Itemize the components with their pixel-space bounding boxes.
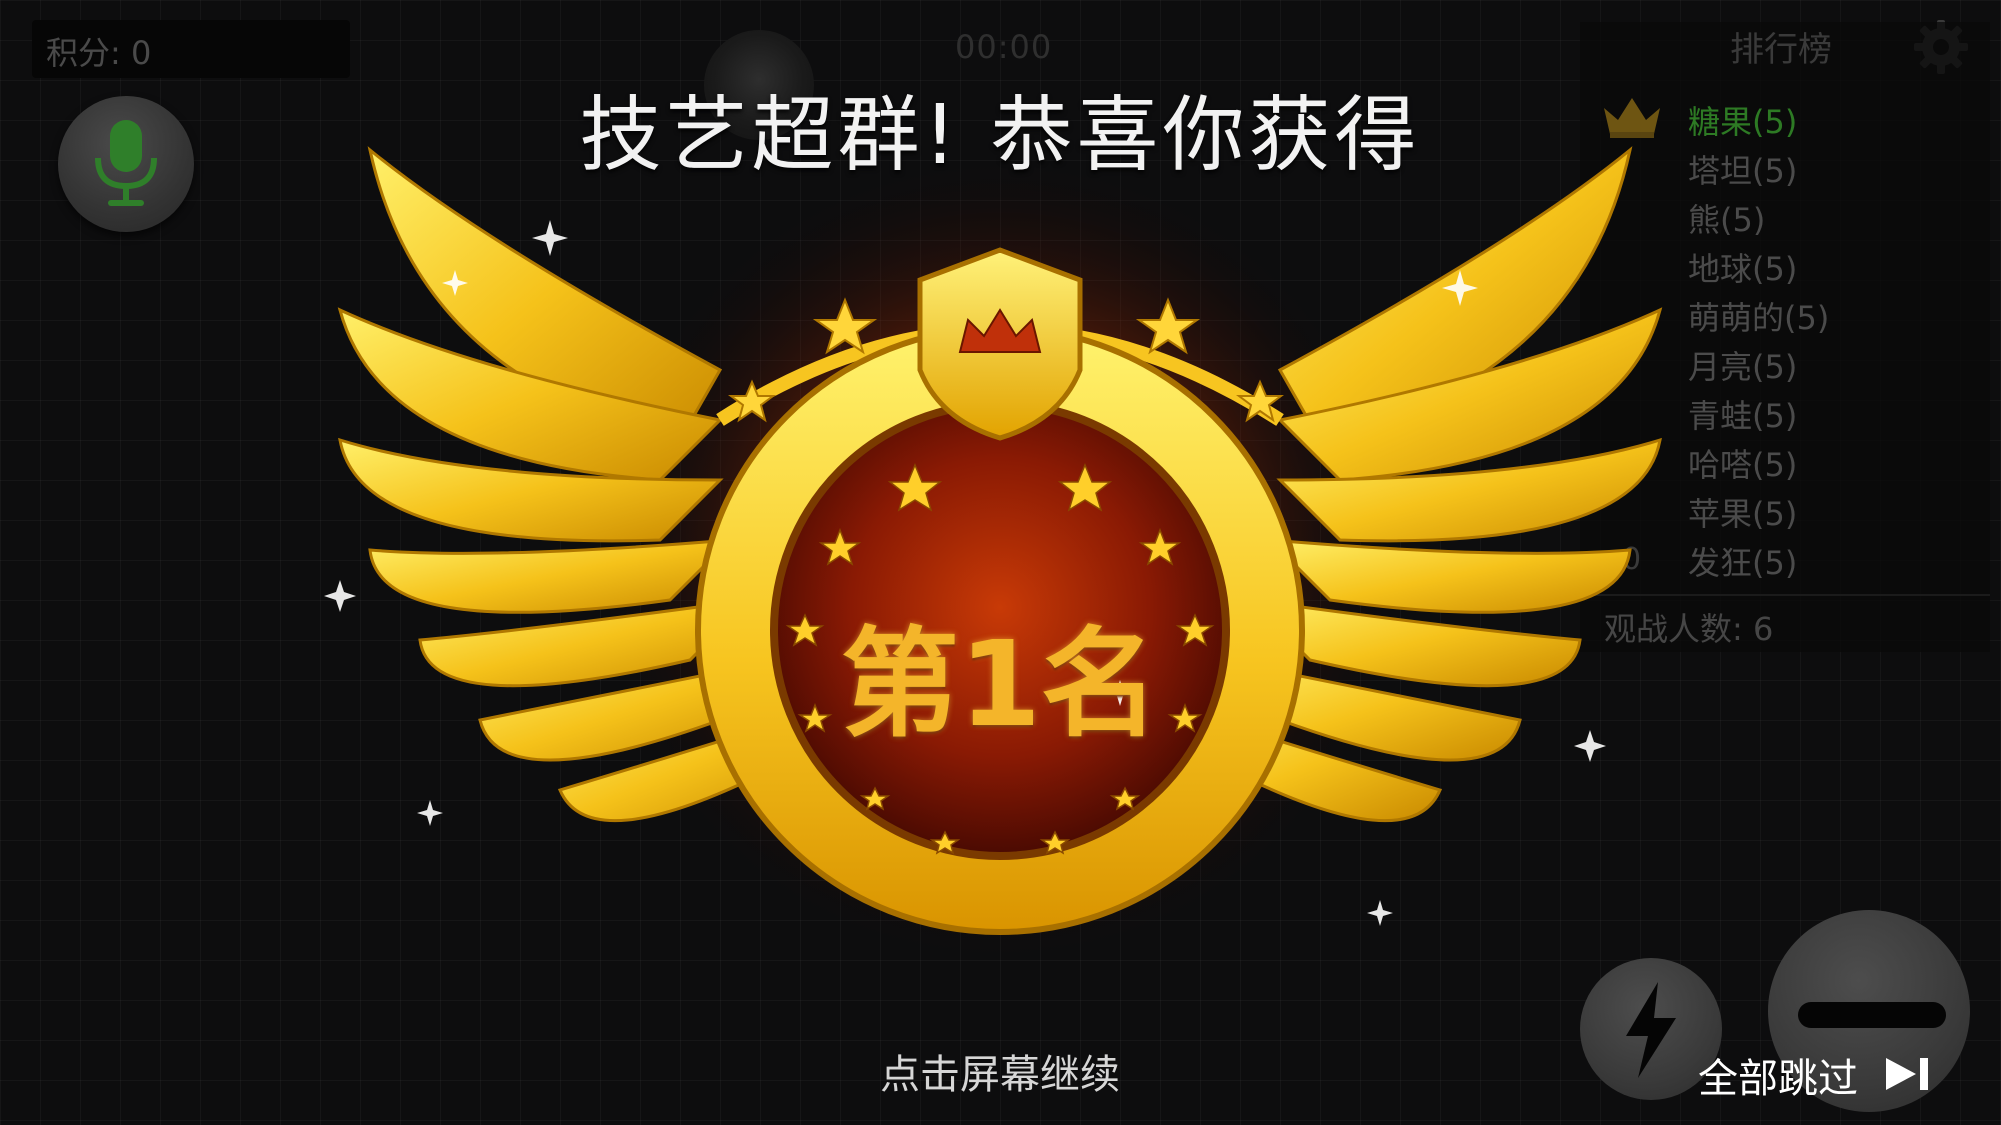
- leaderboard-entry: 糖果(5): [1688, 103, 1798, 141]
- leaderboard-entry: 发狂(5): [1688, 544, 1798, 582]
- minus-icon: [1798, 1002, 1946, 1028]
- award-headline: 技艺超群! 恭喜你获得: [579, 88, 1421, 183]
- microphone-button[interactable]: [58, 96, 194, 232]
- leaderboard-entry: 萌萌的(5): [1688, 299, 1830, 337]
- leaderboard-entry: 熊(5): [1688, 201, 1766, 239]
- award-badge: [324, 146, 1663, 960]
- leaderboard-entry: 塔坦(5): [1688, 152, 1798, 190]
- rank-label: 第1名: [840, 615, 1160, 753]
- leaderboard-entry: 哈嗒(5): [1688, 446, 1798, 484]
- tap-to-continue[interactable]: 点击屏幕继续: [860, 1042, 1140, 1100]
- skip-all-button[interactable]: 全部跳过: [1698, 1046, 1858, 1104]
- microphone-icon: [95, 120, 157, 206]
- leaderboard-entry: 地球(5): [1688, 250, 1798, 288]
- leaderboard-entry: 月亮(5): [1688, 348, 1798, 386]
- score-text: 积分: 0: [46, 34, 152, 72]
- skip-forward-icon[interactable]: [1882, 1054, 1932, 1094]
- leaderboard-entry: 苹果(5): [1688, 495, 1798, 533]
- leaderboard-entry: 青蛙(5): [1688, 397, 1798, 435]
- timer: 00:00: [955, 28, 1053, 66]
- score-panel: 积分: 0: [32, 20, 350, 78]
- leaderboard-list: 糖果(5) 塔坦(5) 熊(5) 地球(5) 萌萌的(5) 月亮(5) 青蛙(5…: [1688, 98, 1829, 588]
- lightning-icon: [1626, 982, 1676, 1078]
- leaderboard-title: 排行榜: [1730, 30, 1832, 70]
